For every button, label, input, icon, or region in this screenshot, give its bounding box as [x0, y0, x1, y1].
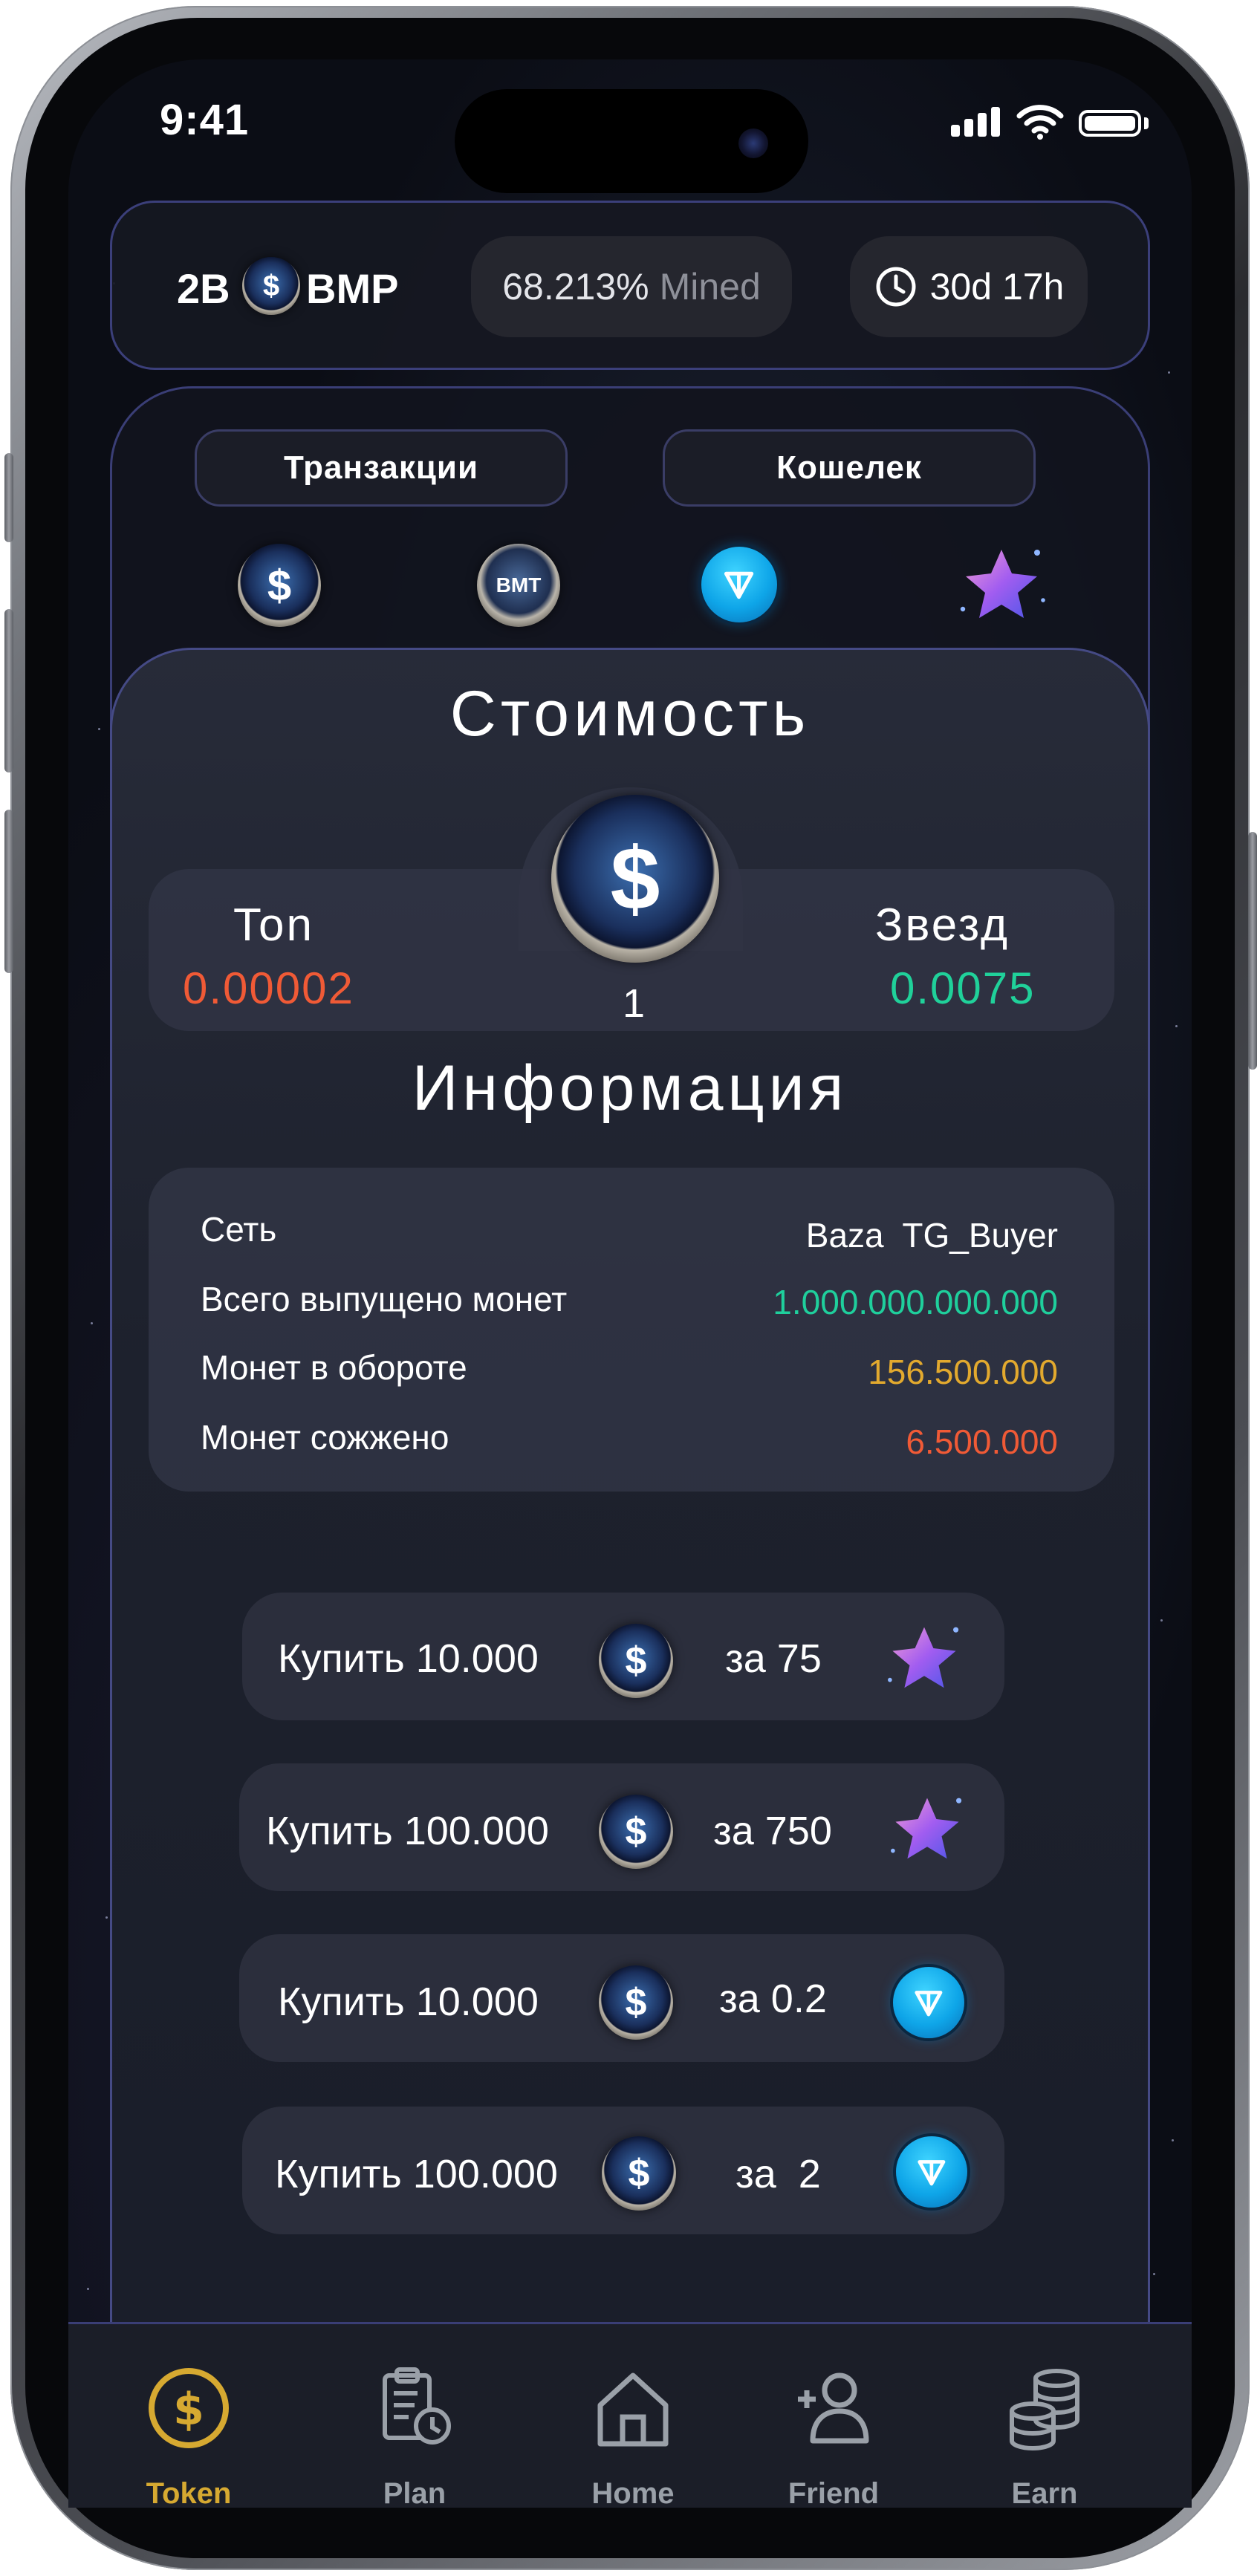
buy-option-label: Купить 10.000	[278, 1636, 539, 1681]
dollar-coin-icon: $	[602, 2136, 676, 2211]
ton-icon[interactable]	[701, 547, 777, 622]
star-icon[interactable]	[954, 541, 1049, 633]
total-supply-value: 1.000.000.000.000	[773, 1283, 1058, 1321]
dollar-coin-icon: $	[599, 1965, 673, 2040]
buy-option-label: Купить 10.000	[278, 1980, 539, 2024]
dollar-coin-icon: $	[599, 1795, 673, 1869]
svg-text:$: $	[173, 2384, 204, 2436]
dollar-coin-icon: $	[599, 1624, 673, 1698]
nav-friend-label: Friend	[788, 2477, 880, 2510]
dollar-coin-icon[interactable]: $	[238, 544, 321, 627]
burned-value: 6.500.000	[906, 1422, 1058, 1461]
stars-label: Звезд	[875, 900, 1010, 951]
add-user-icon	[798, 2372, 869, 2444]
battery-icon	[1079, 110, 1141, 137]
timer-value: 30d 17h	[929, 266, 1065, 308]
network-label: Сеть	[201, 1210, 277, 1249]
battery-tip	[1144, 117, 1149, 129]
buy-option-label: Купить 100.000	[266, 1809, 549, 1853]
side-button-volume-down	[4, 810, 13, 973]
nav-earn[interactable]	[963, 2364, 1126, 2456]
star-icon	[888, 1627, 959, 1688]
mined-label: Mined	[659, 266, 761, 308]
nav-earn-label: Earn	[1011, 2477, 1078, 2510]
network-value: Baza TG_Buyer	[805, 1216, 1058, 1255]
buy-option-price: за 750	[713, 1809, 832, 1853]
buy-option-label: Купить 100.000	[275, 2152, 558, 2196]
star-icon	[891, 1798, 962, 1859]
front-camera	[738, 129, 768, 158]
coin-amount: 1	[623, 981, 648, 1026]
burned-label: Монет сожжено	[201, 1418, 449, 1457]
dollar-circle-icon: $	[149, 2368, 229, 2448]
nav-token-label: Token	[146, 2477, 232, 2510]
ton-value: 0.00002	[183, 963, 354, 1013]
nav-plan-label: Plan	[383, 2477, 446, 2510]
buy-option-price: за 2	[735, 2152, 821, 2196]
ton-icon	[893, 1967, 964, 2038]
side-button-power	[1248, 832, 1257, 1070]
total-supply-label: Всего выпущено монет	[201, 1280, 568, 1318]
buy-option-price: за 0.2	[719, 1977, 827, 2021]
nav-friend[interactable]	[752, 2364, 915, 2456]
stars-value: 0.0075	[890, 963, 1036, 1013]
clipboard-clock-icon	[383, 2367, 451, 2445]
home-icon	[597, 2372, 669, 2447]
mined-progress-pill: 68.213% Mined	[471, 236, 792, 337]
timer-pill: 30d 17h	[850, 236, 1088, 337]
mined-percent: 68.213%	[502, 266, 649, 308]
transactions-button[interactable]: Транзакции	[195, 429, 568, 507]
side-button-action	[4, 453, 13, 542]
bmp-coin-icon[interactable]: BMT	[477, 544, 560, 627]
dollar-coin-large-icon: $	[551, 795, 719, 963]
wifi-icon	[1016, 105, 1064, 140]
coin-stack-icon	[1010, 2369, 1079, 2450]
clock-icon	[876, 267, 916, 307]
wallet-button[interactable]: Кошелек	[663, 429, 1036, 507]
ton-icon	[896, 2136, 967, 2208]
nav-token[interactable]: $	[107, 2364, 270, 2456]
circulating-value: 156.500.000	[868, 1353, 1058, 1391]
side-button-volume-up	[4, 609, 13, 773]
circulating-label: Монет в обороте	[201, 1348, 467, 1387]
ton-label: Ton	[233, 900, 314, 951]
price-title: Стоимость	[449, 678, 811, 749]
nav-home-label: Home	[591, 2477, 675, 2510]
info-title: Информация	[412, 1053, 848, 1124]
token-ticker: BMP	[306, 265, 399, 312]
nav-plan[interactable]	[333, 2364, 496, 2456]
nav-home[interactable]	[551, 2364, 715, 2456]
buy-option-price: за 75	[725, 1636, 822, 1681]
bmp-coin-icon: $	[242, 257, 300, 315]
supply-amount: 2B	[177, 265, 230, 312]
status-time: 9:41	[160, 96, 250, 144]
